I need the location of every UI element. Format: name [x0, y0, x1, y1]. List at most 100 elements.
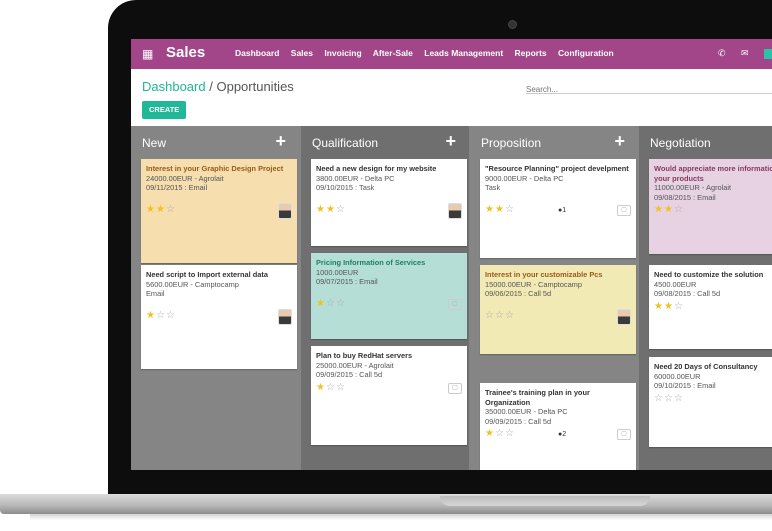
placeholder-avatar-icon[interactable]: ▢ — [617, 205, 631, 216]
priority-stars[interactable]: ★☆☆ — [146, 311, 176, 321]
star-filled-icon[interactable]: ★ — [654, 301, 664, 312]
opportunity-card[interactable]: Would appreciate more information about … — [649, 159, 772, 254]
salesperson-avatar[interactable] — [448, 203, 462, 219]
card-amount: 24000.00EUR - Agrolait — [146, 173, 224, 183]
star-filled-icon[interactable]: ★ — [156, 204, 166, 215]
star-empty-icon[interactable]: ☆ — [654, 393, 664, 404]
menu-item-sales[interactable]: Sales — [291, 48, 313, 58]
message-count[interactable]: ●1 — [558, 207, 566, 214]
star-empty-icon[interactable]: ☆ — [156, 310, 166, 321]
camera-icon — [508, 20, 517, 29]
star-empty-icon[interactable]: ☆ — [674, 301, 684, 312]
star-empty-icon[interactable]: ☆ — [336, 204, 346, 215]
card-amount: 4500.00EUR — [654, 279, 697, 289]
priority-stars[interactable]: ★★☆ — [316, 205, 346, 215]
menu-item-configuration[interactable]: Configuration — [558, 48, 614, 58]
star-empty-icon[interactable]: ☆ — [326, 382, 336, 393]
card-activity: 09/10/2015 : Task — [316, 183, 375, 192]
card-activity: 09/08/2015 : Call 5d — [654, 289, 721, 298]
mail-icon[interactable]: ✉ — [741, 48, 749, 59]
star-empty-icon[interactable]: ☆ — [505, 428, 515, 439]
star-empty-icon[interactable]: ☆ — [485, 310, 495, 321]
star-empty-icon[interactable]: ☆ — [505, 310, 515, 321]
chat-icon[interactable] — [764, 49, 772, 59]
card-content: Interest in your Graphic Design Project 2… — [146, 164, 294, 193]
menu-item-reports[interactable]: Reports — [515, 48, 547, 58]
salesperson-avatar[interactable] — [278, 203, 292, 219]
salesperson-avatar[interactable] — [278, 309, 292, 325]
opportunity-card[interactable]: Need 20 Days of Consultancy 60000.00EUR 09… — [649, 357, 772, 447]
star-empty-icon[interactable]: ☆ — [336, 382, 346, 393]
star-filled-icon[interactable]: ★ — [654, 204, 664, 215]
opportunity-card[interactable]: Need a new design for my website 3800.00E… — [311, 159, 467, 246]
star-filled-icon[interactable]: ★ — [495, 204, 505, 215]
priority-stars[interactable]: ★☆☆ — [316, 299, 346, 309]
card-amount: 1000.00EUR — [316, 267, 359, 277]
card-activity: 09/07/2015 : Email — [316, 277, 378, 286]
star-filled-icon[interactable]: ★ — [664, 204, 674, 215]
menu-item-dashboard[interactable]: Dashboard — [235, 48, 279, 58]
kanban-column: Proposition + "Resource Planning" project … — [470, 126, 638, 470]
priority-stars[interactable]: ☆☆☆ — [485, 311, 515, 321]
star-filled-icon[interactable]: ★ — [664, 301, 674, 312]
apps-grid-icon[interactable]: ▦ — [142, 47, 153, 61]
column-title: Qualification — [312, 136, 379, 150]
card-title: Need 20 Days of Consultancy — [654, 362, 758, 371]
add-card-icon[interactable]: + — [614, 131, 625, 152]
salesperson-avatar[interactable] — [617, 309, 631, 325]
opportunity-card[interactable]: Interest in your Graphic Design Project 2… — [141, 159, 297, 263]
star-empty-icon[interactable]: ☆ — [166, 310, 176, 321]
opportunity-card[interactable]: "Resource Planning" project develpment 90… — [480, 159, 636, 258]
search-input[interactable] — [526, 85, 766, 94]
opportunity-card[interactable]: Need script to Import external data 5600.… — [141, 265, 297, 369]
opportunity-card[interactable]: Pricing Information of Services 1000.00EU… — [311, 253, 467, 339]
opportunity-card[interactable]: Plan to buy RedHat servers 25000.00EUR - … — [311, 346, 467, 445]
card-title: "Resource Planning" project develpment — [485, 164, 629, 173]
menu-item-after-sale[interactable]: After-Sale — [373, 48, 413, 58]
star-empty-icon[interactable]: ☆ — [674, 204, 684, 215]
breadcrumb-separator: / — [209, 79, 213, 94]
star-filled-icon[interactable]: ★ — [485, 428, 495, 439]
add-card-icon[interactable]: + — [275, 131, 286, 152]
star-empty-icon[interactable]: ☆ — [495, 310, 505, 321]
star-filled-icon[interactable]: ★ — [316, 382, 326, 393]
kanban-column: New + Interest in your Graphic Design Proj… — [131, 126, 299, 470]
add-card-icon[interactable]: + — [445, 131, 456, 152]
placeholder-avatar-icon[interactable]: ▢ — [448, 299, 462, 310]
kanban-board: New + Interest in your Graphic Design Proj… — [131, 126, 772, 470]
opportunity-card[interactable]: Trainee's training plan in your Organiza… — [480, 383, 636, 470]
message-count[interactable]: ●2 — [558, 431, 566, 438]
priority-stars[interactable]: ★☆☆ — [316, 382, 346, 393]
priority-stars[interactable]: ★☆☆ — [485, 429, 515, 439]
star-empty-icon[interactable]: ☆ — [495, 428, 505, 439]
opportunity-card[interactable]: Need to customize the solution 4500.00EUR… — [649, 265, 772, 349]
star-filled-icon[interactable]: ★ — [316, 298, 326, 309]
star-filled-icon[interactable]: ★ — [485, 204, 495, 215]
star-empty-icon[interactable]: ☆ — [674, 393, 684, 404]
menu-item-leads-management[interactable]: Leads Management — [424, 48, 503, 58]
card-content: Pricing Information of Services 1000.00EU… — [316, 258, 464, 287]
opportunity-card[interactable]: Interest in your customizable Pcs 15000.0… — [480, 265, 636, 354]
star-filled-icon[interactable]: ★ — [146, 204, 156, 215]
placeholder-avatar-icon[interactable]: ▢ — [617, 429, 631, 440]
star-filled-icon[interactable]: ★ — [146, 310, 156, 321]
menu-item-invoicing[interactable]: Invoicing — [324, 48, 361, 58]
star-filled-icon[interactable]: ★ — [316, 204, 326, 215]
phone-icon[interactable]: ✆ — [718, 48, 726, 59]
star-empty-icon[interactable]: ☆ — [166, 204, 176, 215]
priority-stars[interactable]: ★★☆ — [654, 301, 684, 312]
create-button[interactable]: CREATE — [142, 101, 187, 119]
breadcrumb-dashboard[interactable]: Dashboard — [142, 79, 206, 94]
star-empty-icon[interactable]: ☆ — [326, 298, 336, 309]
star-filled-icon[interactable]: ★ — [326, 204, 336, 215]
star-empty-icon[interactable]: ☆ — [664, 393, 674, 404]
priority-stars[interactable]: ☆☆☆ — [654, 393, 684, 404]
star-empty-icon[interactable]: ☆ — [505, 204, 515, 215]
card-amount: 5600.00EUR - Camptocamp — [146, 279, 239, 289]
star-empty-icon[interactable]: ☆ — [336, 298, 346, 309]
column-title: Proposition — [481, 136, 542, 150]
priority-stars[interactable]: ★★☆ — [485, 205, 515, 215]
priority-stars[interactable]: ★★☆ — [146, 205, 176, 215]
placeholder-avatar-icon[interactable]: ▢ — [448, 382, 462, 394]
priority-stars[interactable]: ★★☆ — [654, 205, 684, 215]
